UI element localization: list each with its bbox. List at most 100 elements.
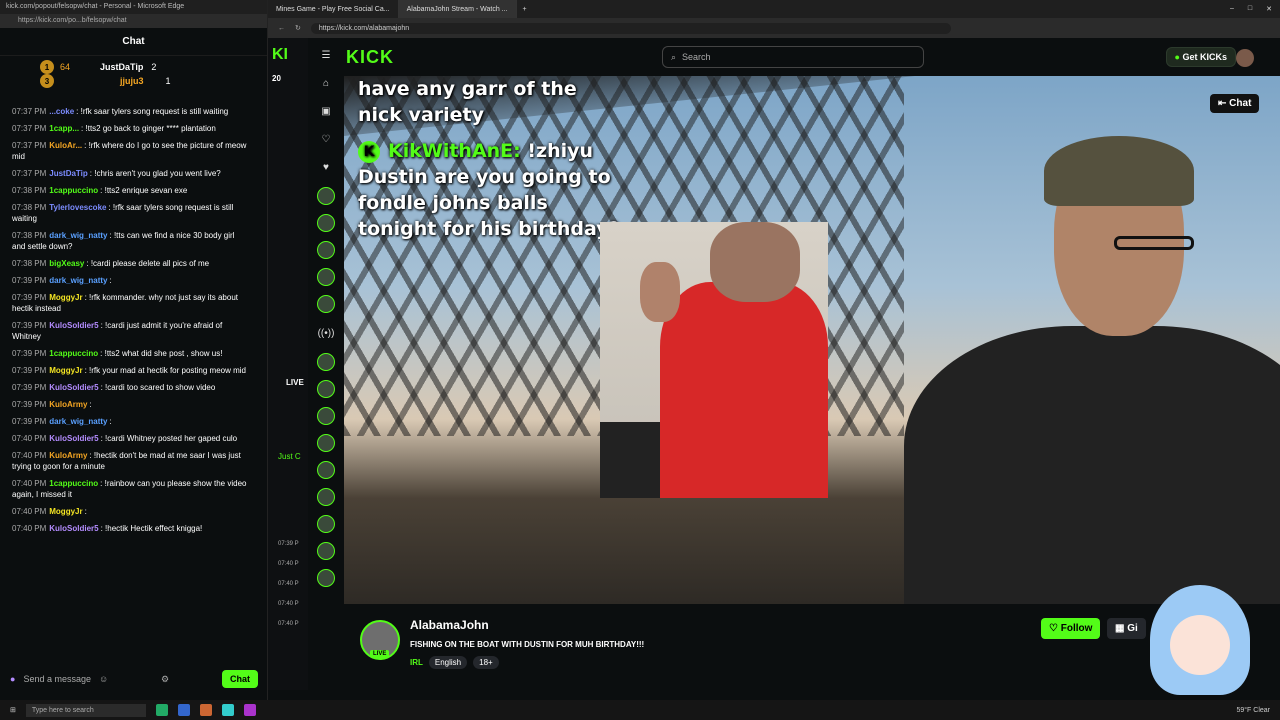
message-username[interactable]: dark_wig_natty [49,417,107,426]
leader-row: 1 64 JustDaTip 2 [40,60,240,74]
message-username[interactable]: 1cappuccino [49,479,98,488]
gift-leaderboard: 1 64 JustDaTip 2 3 jjuju3 1 [40,60,240,88]
recommended-channel-avatar[interactable] [317,488,335,506]
tab-mines-game[interactable]: Mines Game - Play Free Social Ca... [268,0,399,18]
message-username[interactable]: MoggyJr [49,507,82,516]
channel-name[interactable]: AlabamaJohn [410,618,489,632]
stream-title: FISHING ON THE BOAT WITH DUSTIN FOR MUH … [410,640,645,649]
recommended-channel-avatar[interactable] [317,353,335,371]
get-kicks-button[interactable]: ● Get KICKs [1165,47,1236,67]
microphone-icon[interactable]: ● [10,674,15,684]
video-player[interactable]: have any garr of the nick variety K KikWi… [344,76,1280,604]
settings-icon[interactable]: ⚙ [161,674,169,685]
minimize-icon[interactable]: – [1230,5,1234,13]
message-username[interactable]: JustDaTip [49,169,88,178]
overlay-message: K KikWithAnE: !zhiyu Dustin are you going… [358,138,628,242]
emoji-icon[interactable]: ☺ [99,674,108,684]
message-username[interactable]: 1cappuccino [49,349,98,358]
message-username[interactable]: 1capp... [49,124,79,133]
windows-start-icon[interactable]: ⊞ [10,706,16,714]
recommended-channel-avatar[interactable] [317,542,335,560]
back-icon[interactable]: ← [278,25,285,32]
url-field[interactable]: https://kick.com/alabamajohn [310,22,951,34]
popout-title: kick.com/popout/felsopw/chat - Personal … [0,0,267,14]
followed-channel-avatar[interactable] [317,268,335,286]
refresh-icon[interactable]: ↻ [295,24,301,32]
category-link[interactable]: IRL [410,658,423,667]
message-username[interactable]: KuloSoldier5 [49,434,98,443]
tag-mature[interactable]: 18+ [473,656,499,669]
taskbar-app-icon[interactable] [199,704,212,716]
message-username[interactable]: KuloAr... [49,141,82,150]
streamer-cap [1044,136,1194,206]
message-username[interactable]: ...coke [49,107,74,116]
rail-time: 07:40 P [278,601,299,607]
message-username[interactable]: KuloArmy [49,451,87,460]
chat-send-button[interactable]: Chat [221,670,258,688]
message-time: 07:38 PM [12,231,47,240]
search-input[interactable]: ⌕ Search [662,46,924,68]
followed-channel-avatar[interactable] [317,187,335,205]
followed-channel-avatar[interactable] [317,241,335,259]
leader-count: 2 [151,62,157,72]
message-username[interactable]: MoggyJr [49,293,82,302]
chat-message: 07:37 PM KuloAr...: !rfk where do I go to… [12,140,250,162]
chat-input[interactable]: Send a message [23,674,91,684]
message-text: : [84,507,87,516]
favorite-icon[interactable]: ♥ [315,156,337,178]
live-signal-icon[interactable]: ((•)) [315,322,337,344]
message-username[interactable]: dark_wig_natty [49,276,107,285]
chat-toggle-icon: ⇤ [1218,98,1227,109]
message-username[interactable]: MoggyJr [49,366,82,375]
browser-tab-strip: Mines Game - Play Free Social Ca... Alab… [268,0,1280,18]
leader-rank: 1 [40,60,54,74]
taskbar-app-icon[interactable] [243,704,256,716]
recommended-channel-avatar[interactable] [317,434,335,452]
message-username[interactable]: KuloSoldier5 [49,383,98,392]
chat-toggle-button[interactable]: ⇤ Chat [1210,94,1260,113]
close-icon[interactable]: ✕ [1266,5,1272,13]
follow-label: Follow [1060,623,1093,634]
chat-message: 07:39 PM KuloArmy: [12,399,250,410]
home-icon[interactable]: ⌂ [315,72,337,94]
kick-logo[interactable]: KICK [346,47,394,68]
taskbar-app-icon[interactable] [155,704,168,716]
message-text: : !cardi please delete all pics of me [86,259,210,268]
recommended-channel-avatar[interactable] [317,407,335,425]
recommended-channel-avatar[interactable] [317,569,335,587]
recommended-channel-avatar[interactable] [317,380,335,398]
taskbar-search[interactable]: Type here to search [25,703,146,717]
chat-message: 07:39 PM dark_wig_natty: [12,275,250,286]
message-username[interactable]: KuloArmy [49,400,87,409]
message-username[interactable]: bigXeasy [49,259,84,268]
weather-widget[interactable]: 59°F Clear [1236,707,1270,714]
browse-icon[interactable]: ▣ [315,100,337,122]
recommended-channel-avatar[interactable] [317,461,335,479]
message-text: : !rainbow can you please show the video… [12,479,247,499]
following-icon[interactable]: ♡ [315,128,337,150]
chat-message-list[interactable]: 07:37 PM ...coke: !rfk saar tylers song r… [0,106,262,638]
chat-message: 07:37 PM 1capp...: !tts2 go back to ginge… [12,123,250,134]
followed-channel-avatar[interactable] [317,295,335,313]
popout-address-bar[interactable]: https://kick.com/po...b/felsopw/chat [0,14,267,28]
streamer-glasses [1114,236,1194,250]
tab-alabamajohn[interactable]: AlabamaJohn Stream - Watch ... [398,0,517,18]
message-time: 07:38 PM [12,186,47,195]
picture-in-picture-camera [600,222,828,498]
new-tab-icon[interactable]: + [517,6,533,13]
message-username[interactable]: KuloSoldier5 [49,321,98,330]
streamer-figure [864,136,1280,604]
tag-language[interactable]: English [428,656,468,669]
message-username[interactable]: dark_wig_natty [49,231,107,240]
message-username[interactable]: Tylerlovescoke [49,203,106,212]
taskbar-app-icon[interactable] [177,704,190,716]
recommended-channel-avatar[interactable] [317,515,335,533]
message-username[interactable]: KuloSoldier5 [49,524,98,533]
maximize-icon[interactable]: □ [1248,5,1252,13]
profile-avatar[interactable] [1236,49,1254,67]
follow-button[interactable]: ♡ Follow [1041,618,1101,639]
followed-channel-avatar[interactable] [317,214,335,232]
taskbar-app-icon[interactable] [221,704,234,716]
menu-icon[interactable]: ☰ [315,44,337,66]
message-username[interactable]: 1cappuccino [49,186,98,195]
